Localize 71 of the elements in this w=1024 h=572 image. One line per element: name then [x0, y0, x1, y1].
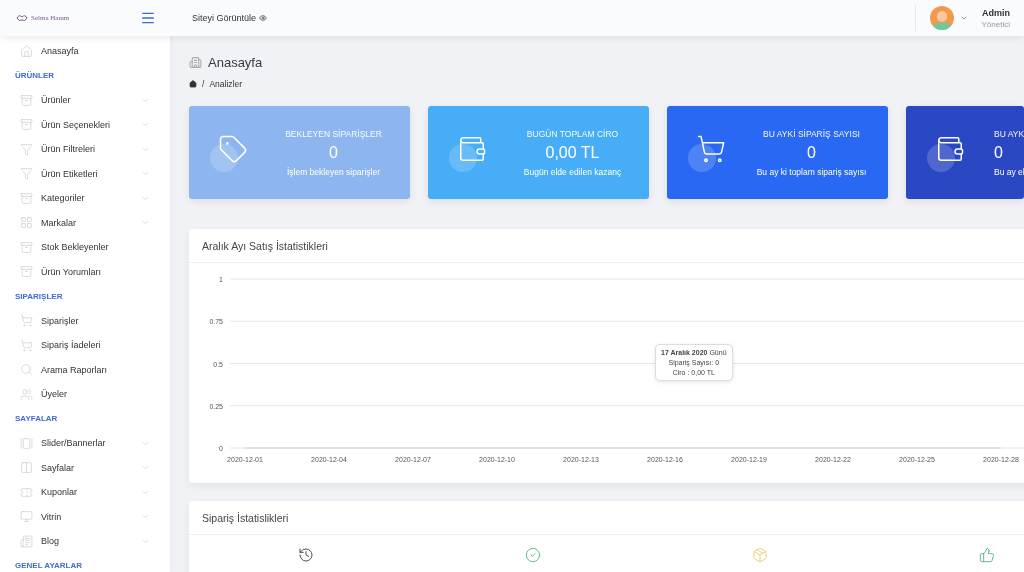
- monitor-icon: [20, 510, 33, 524]
- sidebar-item[interactable]: Blog: [0, 529, 170, 554]
- sidebar-item[interactable]: Ürün Yorumları: [0, 259, 170, 284]
- funnel-icon: [20, 167, 33, 181]
- stat-title: BUGÜN TOPLAM CİRO: [526, 128, 619, 139]
- cart-icon: [20, 314, 33, 328]
- breadcrumb: Analizler: [209, 79, 242, 89]
- stat-value: 0,00 TL: [545, 143, 600, 162]
- sidebar-item[interactable]: Ürün Filtreleri: [0, 137, 170, 162]
- user-name: Admin: [982, 7, 1010, 18]
- sidebar-item[interactable]: Sayfalar: [0, 455, 170, 480]
- search-icon: [20, 363, 33, 377]
- sidebar-item[interactable]: Ürün Etiketleri: [0, 161, 170, 186]
- sidebar-item[interactable]: Kategoriler: [0, 186, 170, 211]
- grid-icon: [20, 216, 33, 230]
- home-icon[interactable]: [189, 80, 197, 88]
- user-role: Yönetici: [981, 19, 1010, 29]
- chart-title: Aralık Ayı Satış İstatistikleri: [189, 229, 1024, 263]
- sidebar-item[interactable]: Siparişler: [0, 308, 170, 333]
- sidebar-item[interactable]: Stok Bekleyenler: [0, 235, 170, 260]
- stat-subtitle: Bugün elde edilen kazanç: [523, 166, 622, 177]
- sidebar-item[interactable]: Ürün Seçenekleri: [0, 112, 170, 137]
- menu-icon[interactable]: [140, 10, 156, 26]
- sidebar-item[interactable]: Vitrin: [0, 504, 170, 529]
- caret-icon[interactable]: [959, 14, 968, 22]
- tag-icon: [210, 133, 248, 172]
- sidebar-item[interactable]: Ürünler: [0, 88, 170, 113]
- building-icon: [189, 56, 202, 69]
- stat-subtitle: Bu ay ki toplam sipariş sayısı: [756, 166, 867, 177]
- ticket-icon: [20, 485, 33, 499]
- sidebar-heading: GENEL AYARLAR: [14, 560, 83, 572]
- stat-value: 0: [807, 143, 816, 162]
- sidebar-item[interactable]: Arama Raporları: [0, 357, 170, 382]
- breadcrumb-separator: /: [202, 79, 205, 89]
- thumbs-up-icon: [979, 547, 995, 563]
- house-icon: [20, 44, 33, 58]
- eye-icon: [259, 14, 268, 22]
- sidebar-heading: SIPARIŞLER: [14, 290, 64, 303]
- stat-value: 0: [329, 143, 338, 162]
- order-stats-title: Sipariş İstatislikleri: [189, 501, 1024, 535]
- sidebar-heading: ÜRÜNLER: [14, 70, 56, 83]
- slides-icon: [20, 436, 33, 450]
- cart-icon: [20, 338, 33, 352]
- history-icon: [298, 547, 314, 563]
- stat-subtitle: İşlem bekleyen siparişler: [286, 166, 381, 177]
- sidebar-item[interactable]: Slider/Bannerlar: [0, 431, 170, 456]
- tray-icon: [20, 265, 33, 279]
- stat-value: 0: [994, 143, 1003, 162]
- stat-title: BEKLEYEN SİPARİŞLER: [285, 128, 382, 139]
- tray-icon: [20, 118, 33, 132]
- sidebar-heading: SAYFALAR: [14, 413, 59, 426]
- columns-icon: [20, 461, 33, 475]
- tray-icon: [20, 191, 33, 205]
- sidebar-item[interactable]: Kuponlar: [0, 480, 170, 505]
- sidebar-item[interactable]: Sipariş İadeleri: [0, 333, 170, 358]
- tray-icon: [20, 93, 33, 107]
- view-site-link[interactable]: Siteyi Görüntüle: [192, 13, 268, 23]
- check-circle-icon: [525, 547, 541, 563]
- page-title: Anasayfa: [208, 55, 263, 70]
- newspaper-icon: [20, 534, 33, 548]
- funnel-icon: [20, 142, 33, 156]
- cart-icon: [688, 133, 726, 172]
- stat-subtitle: Bu ay el: [994, 166, 1024, 177]
- sidebar-item[interactable]: Anasayfa: [0, 39, 170, 64]
- users-icon: [20, 387, 33, 401]
- sidebar-item[interactable]: Üyeler: [0, 382, 170, 407]
- stat-title: BU AYKİ SİPARİŞ SAYISI: [763, 128, 860, 139]
- box-icon: [752, 547, 768, 563]
- stat-title: BU AYK: [994, 128, 1024, 139]
- sidebar-item[interactable]: Markalar: [0, 210, 170, 235]
- tray-icon: [20, 240, 33, 254]
